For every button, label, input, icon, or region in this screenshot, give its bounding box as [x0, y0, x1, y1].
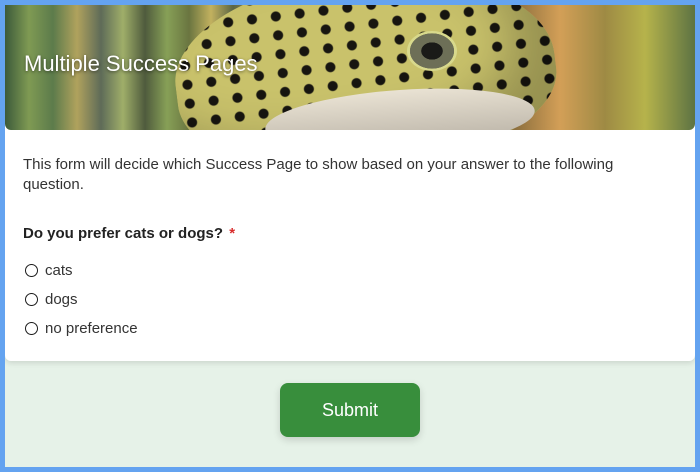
form-card: Multiple Success Pages This form will de…	[5, 5, 695, 361]
radio-button[interactable]	[25, 264, 38, 277]
page-frame: Multiple Success Pages This form will de…	[0, 0, 700, 472]
question-text: Do you prefer cats or dogs?	[23, 225, 224, 242]
submit-button[interactable]: Submit	[280, 383, 420, 437]
radio-option-cats[interactable]: cats	[25, 262, 73, 279]
radio-option-dogs[interactable]: dogs	[25, 291, 78, 308]
radio-option-no-preference[interactable]: no preference	[25, 320, 138, 337]
form-description: This form will decide which Success Page…	[23, 156, 614, 193]
radio-button[interactable]	[25, 322, 38, 335]
required-marker: *	[229, 225, 236, 242]
question-label: Do you prefer cats or dogs? *	[23, 225, 235, 242]
header-banner: Multiple Success Pages	[5, 5, 695, 130]
radio-label: dogs	[45, 291, 78, 308]
form-title: Multiple Success Pages	[24, 51, 258, 76]
radio-label: cats	[45, 262, 73, 279]
gecko-eye-image	[407, 31, 457, 71]
radio-label: no preference	[45, 320, 138, 337]
radio-button[interactable]	[25, 293, 38, 306]
